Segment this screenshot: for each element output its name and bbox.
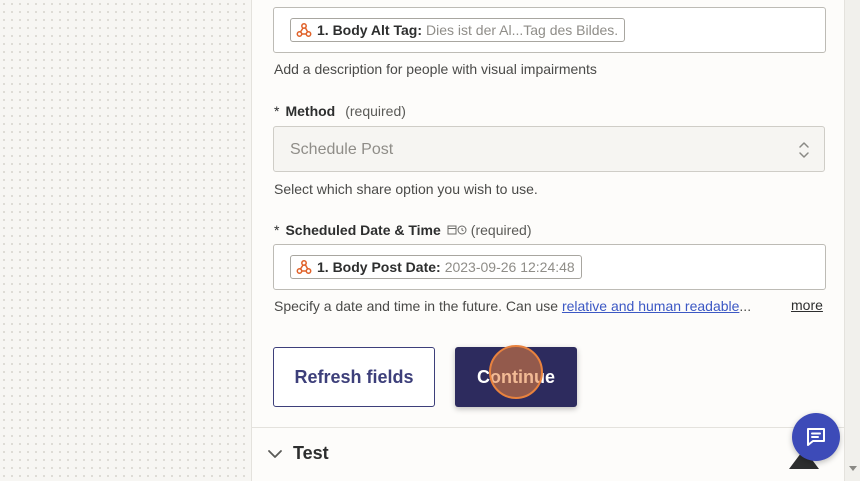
method-select-value: Schedule Post [290, 141, 394, 158]
refresh-fields-button[interactable]: Refresh fields [273, 347, 435, 407]
chevron-updown-icon [799, 142, 809, 158]
required-star: * [274, 222, 280, 238]
scheduled-date-input[interactable]: 1. Body Post Date: 2023-09-26 12:24:48 [273, 244, 826, 290]
date-help-ellipsis: ... [739, 298, 752, 314]
post-date-pill[interactable]: 1. Body Post Date: 2023-09-26 12:24:48 [290, 255, 582, 279]
test-section-label: Test [293, 443, 329, 463]
alt-tag-pill-label: 1. Body Alt Tag: [317, 22, 422, 38]
chat-support-button[interactable] [792, 413, 840, 461]
step-config-panel: 1. Body Alt Tag: Dies ist der Al...Tag d… [251, 0, 845, 481]
scrollbar[interactable] [845, 0, 860, 481]
webhook-icon [296, 260, 312, 274]
method-help: Select which share option you wish to us… [274, 181, 538, 197]
alt-tag-pill[interactable]: 1. Body Alt Tag: Dies ist der Al...Tag d… [290, 18, 626, 42]
method-label-text: Method [285, 103, 336, 119]
date-label: * Scheduled Date & Time (required) [274, 222, 532, 238]
alt-tag-pill-value: Dies ist der Al...Tag des Bildes. [426, 22, 619, 38]
section-divider [252, 427, 844, 428]
alt-tag-input[interactable]: 1. Body Alt Tag: Dies ist der Al...Tag d… [273, 7, 826, 53]
date-label-text: Scheduled Date & Time [285, 222, 441, 238]
method-select[interactable]: Schedule Post [273, 126, 825, 172]
chevron-down-icon [268, 449, 282, 458]
alt-tag-help: Add a description for people with visual… [274, 61, 597, 77]
webhook-icon [296, 23, 312, 37]
date-help-text: Specify a date and time in the future. C… [274, 298, 562, 314]
click-indicator [489, 345, 543, 399]
date-help: Specify a date and time in the future. C… [274, 298, 751, 314]
more-link[interactable]: more [791, 297, 823, 313]
chat-icon [807, 428, 825, 446]
method-label: * Method (required) [274, 103, 406, 119]
test-section-header[interactable]: Test [266, 443, 329, 464]
scroll-down-arrow[interactable] [849, 466, 857, 471]
method-required: (required) [345, 103, 406, 119]
date-required: (required) [470, 222, 532, 238]
required-star: * [274, 103, 280, 119]
calendar-clock-icon [447, 225, 467, 235]
post-date-pill-value: 2023-09-26 12:24:48 [444, 259, 575, 275]
relative-dates-link[interactable]: relative and human readable [562, 298, 739, 314]
post-date-pill-label: 1. Body Post Date: [317, 259, 441, 275]
